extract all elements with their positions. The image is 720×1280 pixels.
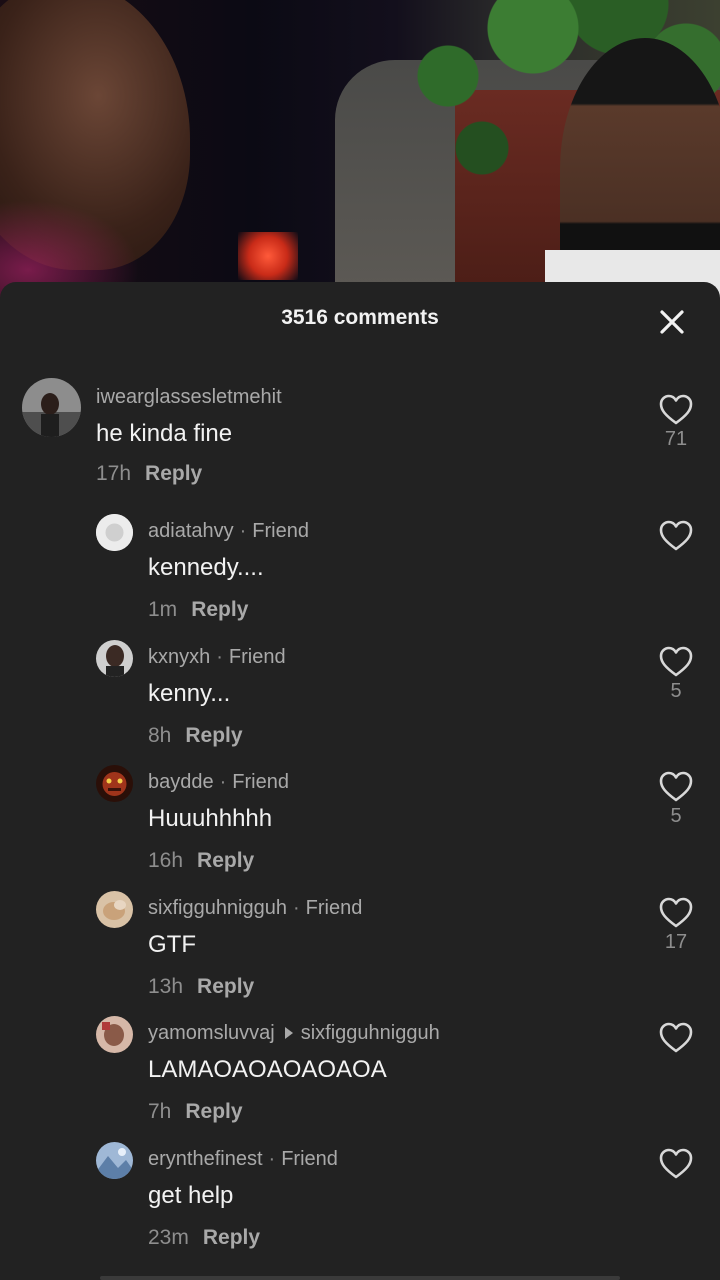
reply-to-username[interactable]: sixfigguhnigguh: [301, 1022, 440, 1044]
friend-label: Friend: [232, 771, 289, 793]
comment-time: 7h: [148, 1100, 172, 1123]
friend-label: Friend: [305, 897, 363, 919]
comment-text: get help: [148, 1182, 234, 1209]
avatar[interactable]: [96, 765, 133, 802]
avatar[interactable]: [96, 640, 133, 677]
heart-outline-icon: [659, 1148, 693, 1179]
comment-time: 23m: [148, 1226, 189, 1249]
comments-header: 3516 comments: [0, 282, 720, 354]
comment-meta: 8h Reply: [148, 724, 243, 748]
like-button[interactable]: 5: [656, 771, 696, 828]
comment-text: LAMAOAOAOAOAOA: [148, 1056, 387, 1083]
like-button[interactable]: 5: [656, 646, 696, 703]
comment-text: kennedy....: [148, 554, 264, 581]
comment-username[interactable]: yamomsluvvaj sixfigguhnigguh: [148, 1022, 440, 1045]
username-text[interactable]: sixfigguhnigguh: [148, 897, 287, 919]
comment-username[interactable]: baydde · Friend: [148, 771, 289, 794]
heart-outline-icon: [659, 771, 693, 802]
friend-label: Friend: [281, 1148, 338, 1170]
like-button[interactable]: [656, 1148, 696, 1182]
like-count: 71: [664, 428, 688, 450]
like-button[interactable]: [656, 1022, 696, 1056]
comment-meta: 7h Reply: [148, 1100, 243, 1124]
comment-text: Huuuhhhhh: [148, 805, 273, 832]
avatar[interactable]: [96, 1142, 133, 1179]
comment-time: 8h: [148, 724, 172, 747]
comment-meta: 16h Reply: [148, 849, 254, 873]
comment-meta: 17h Reply: [96, 462, 202, 486]
avatar[interactable]: [22, 378, 81, 437]
username-text[interactable]: adiatahvy: [148, 520, 234, 542]
reply-button[interactable]: Reply: [197, 975, 254, 998]
like-count: 5: [670, 680, 682, 702]
comment-text: kenny...: [148, 680, 231, 707]
friend-label: Friend: [252, 520, 309, 542]
comment-text: GTF: [148, 931, 196, 958]
comments-count-title: 3516 comments: [281, 306, 439, 329]
reply-button[interactable]: Reply: [197, 849, 254, 872]
close-icon: [660, 310, 684, 334]
comment-meta: 23m Reply: [148, 1226, 260, 1250]
username-text[interactable]: kxnyxh: [148, 646, 210, 668]
comment-username[interactable]: iwearglassesletmehit: [96, 386, 282, 409]
comment-meta: 1m Reply: [148, 598, 248, 622]
comment-username[interactable]: erynthefinest · Friend: [148, 1148, 338, 1171]
heart-outline-icon: [659, 394, 693, 425]
reply-button[interactable]: Reply: [145, 462, 202, 485]
like-count: 5: [670, 805, 682, 827]
reply-button[interactable]: Reply: [203, 1226, 260, 1249]
username-text[interactable]: baydde: [148, 771, 214, 793]
comment-time: 16h: [148, 849, 184, 872]
comment-username[interactable]: adiatahvy · Friend: [148, 520, 309, 543]
comment-time: 13h: [148, 975, 184, 998]
avatar[interactable]: [96, 514, 133, 551]
like-button[interactable]: 17: [656, 897, 696, 954]
comment-time: 1m: [148, 598, 178, 621]
comments-sheet: 3516 comments iwearglassesletmehit he ki…: [0, 282, 720, 1280]
username-text[interactable]: erynthefinest: [148, 1148, 263, 1170]
heart-outline-icon: [659, 646, 693, 677]
username-text[interactable]: iwearglassesletmehit: [96, 386, 282, 408]
comment-input-bar-edge: [100, 1276, 620, 1280]
heart-outline-icon: [659, 1022, 693, 1053]
reply-button[interactable]: Reply: [191, 598, 248, 621]
heart-outline-icon: [659, 897, 693, 928]
username-text[interactable]: yamomsluvvaj: [148, 1022, 275, 1044]
comment-meta: 13h Reply: [148, 975, 254, 999]
close-button[interactable]: [652, 302, 692, 342]
avatar[interactable]: [96, 1016, 133, 1053]
comment-username[interactable]: kxnyxh · Friend: [148, 646, 286, 669]
video-red-light: [238, 232, 298, 280]
friend-label: Friend: [228, 646, 286, 668]
like-count: 17: [664, 931, 688, 953]
video-frame[interactable]: [0, 0, 720, 300]
avatar[interactable]: [96, 891, 133, 928]
comment-text: he kinda fine: [96, 420, 233, 447]
reply-button[interactable]: Reply: [185, 1100, 242, 1123]
reply-arrow-icon: [284, 1026, 293, 1039]
heart-outline-icon: [659, 520, 693, 551]
comment-time: 17h: [96, 462, 132, 485]
reply-button[interactable]: Reply: [185, 724, 242, 747]
like-button[interactable]: 71: [656, 394, 696, 451]
comment-username[interactable]: sixfigguhnigguh · Friend: [148, 897, 362, 920]
like-button[interactable]: [656, 520, 696, 554]
